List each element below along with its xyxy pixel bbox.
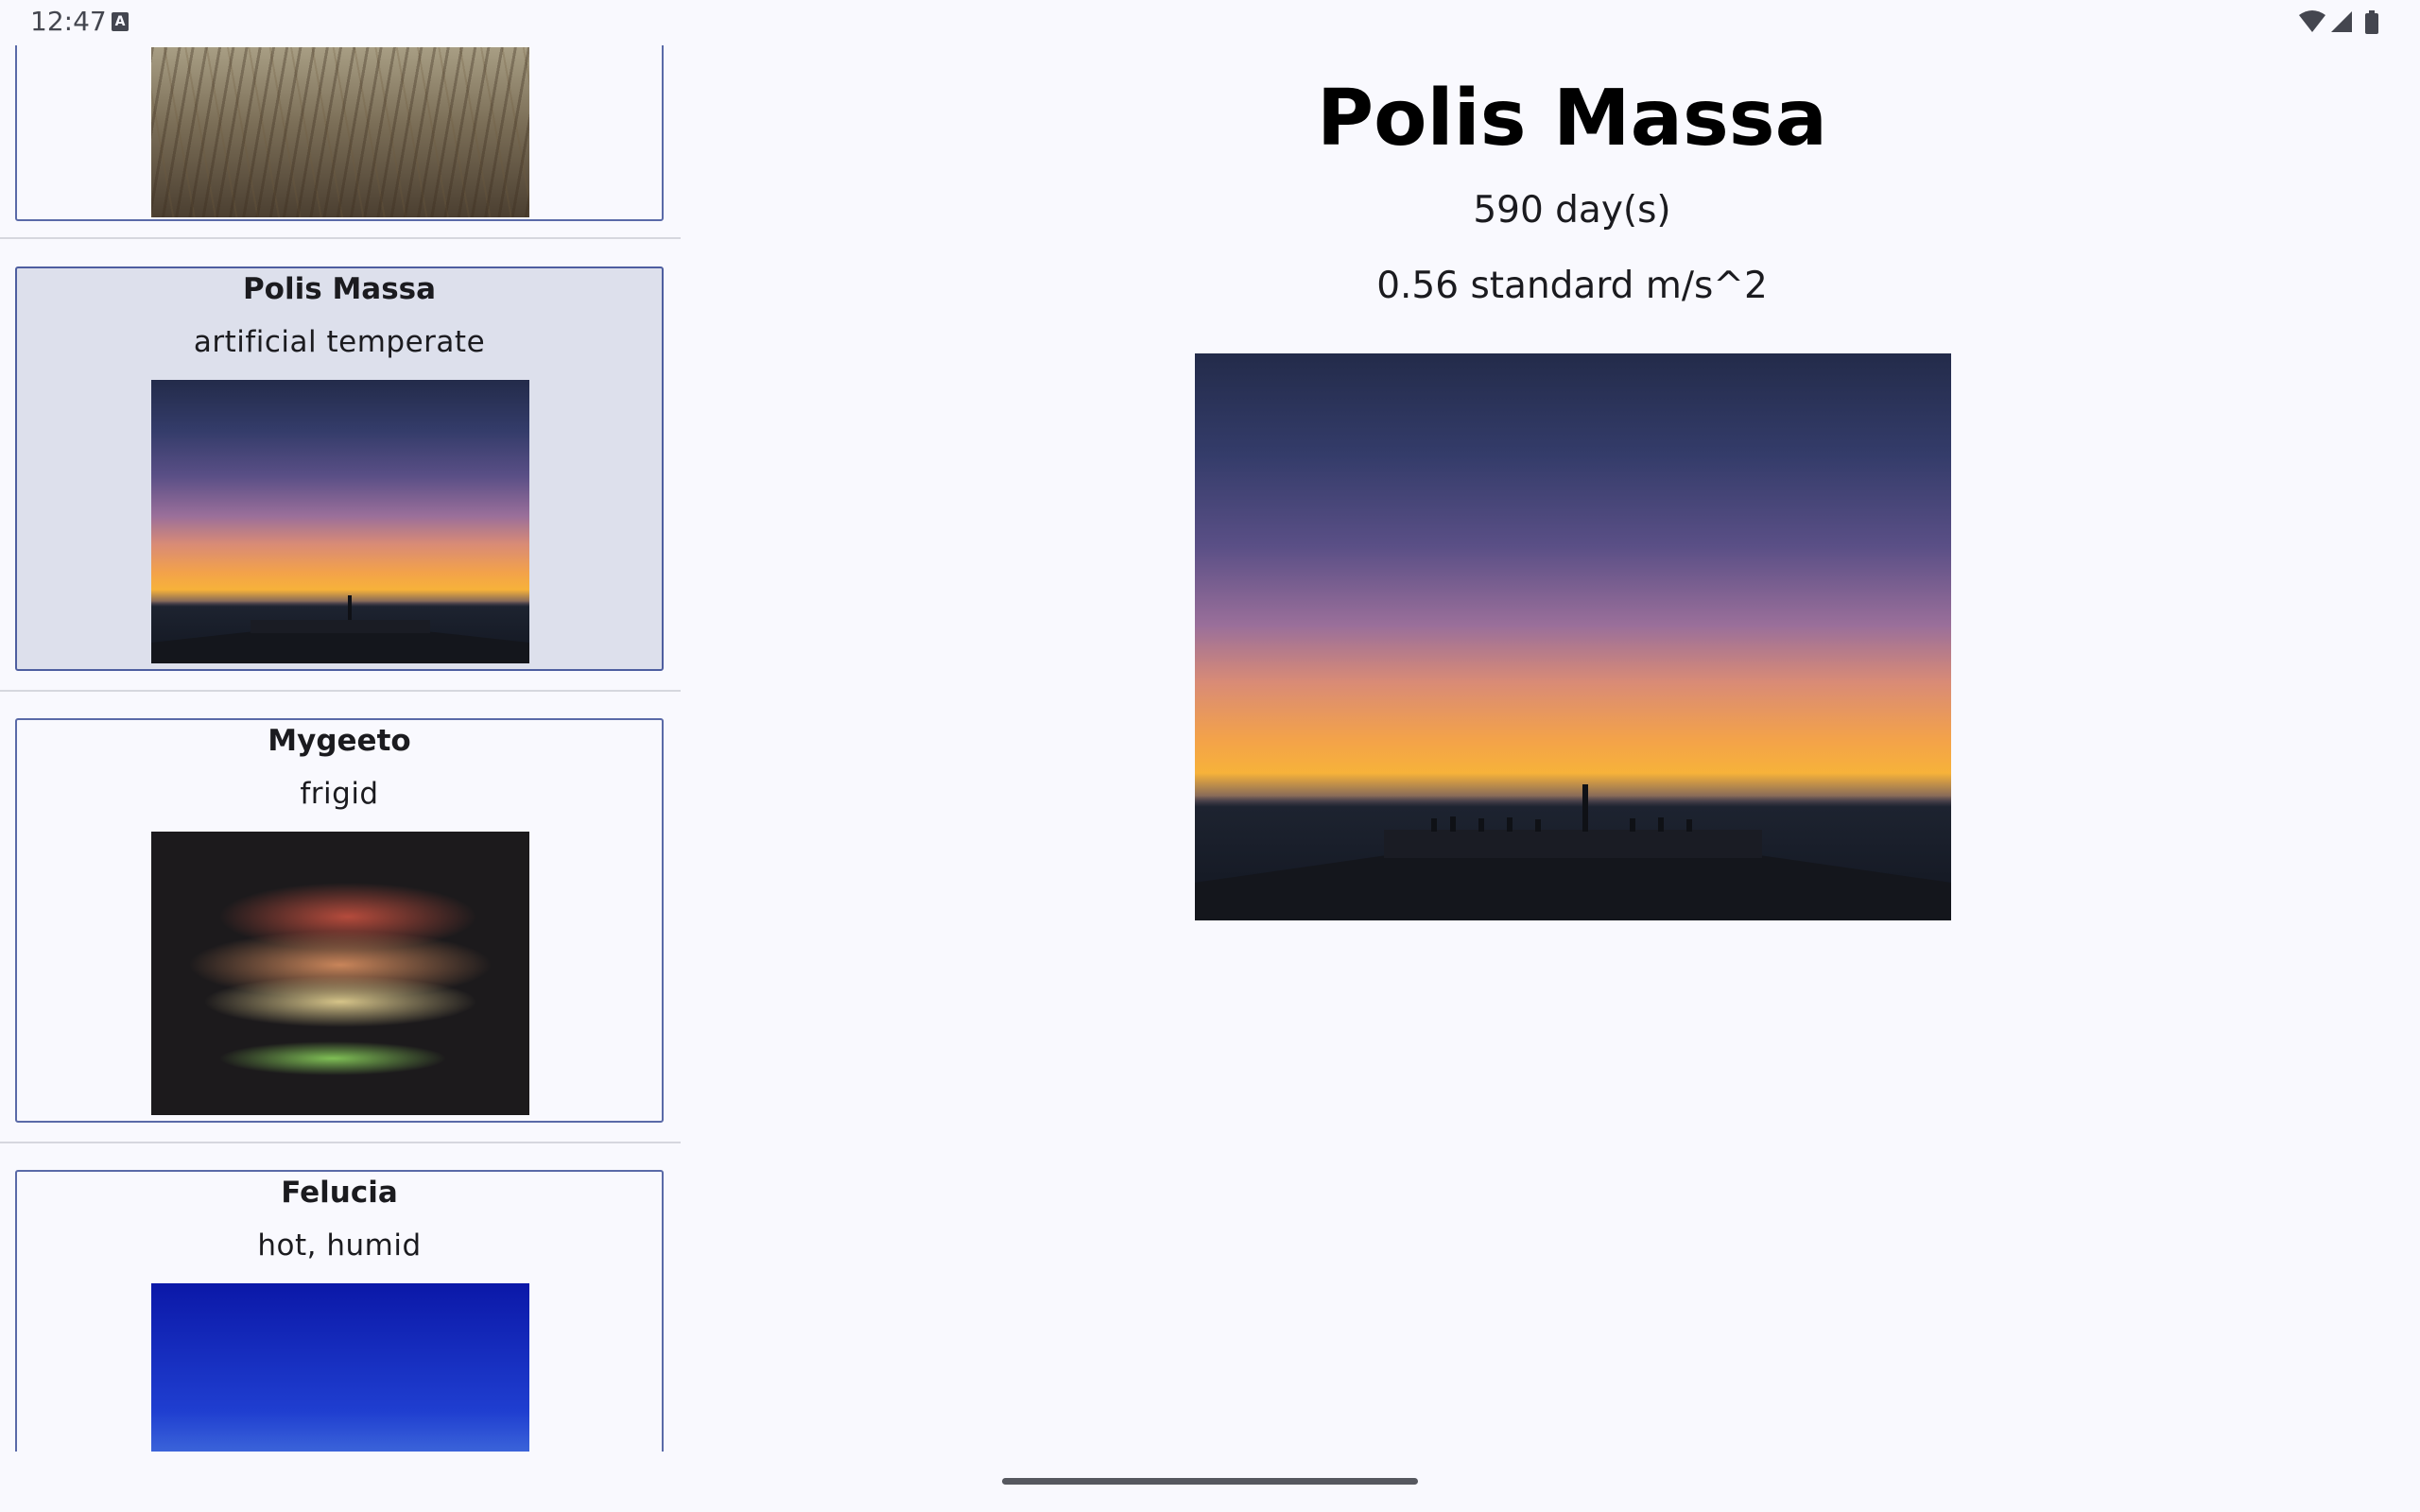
list-item[interactable] xyxy=(0,45,681,240)
card-subtitle: artificial temperate xyxy=(193,325,486,359)
planet-list[interactable]: Polis Massa artificial temperate Mygeeto… xyxy=(0,45,681,1452)
planet-card[interactable] xyxy=(15,45,664,221)
pier-silhouette xyxy=(151,595,529,663)
card-subtitle: frigid xyxy=(300,777,379,811)
wifi-icon xyxy=(2299,10,2325,32)
detail-title: Polis Massa xyxy=(1317,74,1827,163)
battery-icon xyxy=(2365,10,2378,34)
gesture-nav-handle[interactable] xyxy=(1002,1478,1418,1485)
pier-sunset-image xyxy=(151,380,529,663)
cellular-signal-icon xyxy=(2331,11,2352,32)
status-icons xyxy=(2297,9,2382,36)
pier-sunset-image xyxy=(1195,353,1951,920)
blue-sky-image xyxy=(151,1283,529,1452)
planet-card[interactable]: Felucia hot, humid xyxy=(15,1170,664,1452)
divider xyxy=(0,237,681,239)
planet-card[interactable]: Mygeeto frigid xyxy=(15,718,664,1123)
planet-card-selected[interactable]: Polis Massa artificial temperate xyxy=(15,266,664,671)
card-title: Mygeeto xyxy=(268,724,411,758)
status-time: 12:47 xyxy=(30,6,107,37)
planet-detail: Polis Massa 590 day(s) 0.56 standard m/s… xyxy=(681,45,2420,1452)
grass-field-image xyxy=(151,47,529,217)
list-item[interactable]: Polis Massa artificial temperate xyxy=(0,240,681,692)
card-title: Polis Massa xyxy=(242,272,437,306)
dried-leaf-image xyxy=(151,832,529,1115)
pier-silhouette xyxy=(1195,784,1951,920)
card-title: Felucia xyxy=(281,1176,398,1210)
gravity: 0.56 standard m/s^2 xyxy=(1376,265,1768,307)
notification-a-icon: A xyxy=(112,12,129,31)
status-bar: 12:47 A xyxy=(0,0,2420,45)
list-item[interactable]: Felucia hot, humid xyxy=(0,1143,681,1452)
list-item[interactable]: Mygeeto frigid xyxy=(0,692,681,1143)
orbital-period: 590 day(s) xyxy=(1473,189,1671,232)
card-subtitle: hot, humid xyxy=(257,1228,422,1263)
